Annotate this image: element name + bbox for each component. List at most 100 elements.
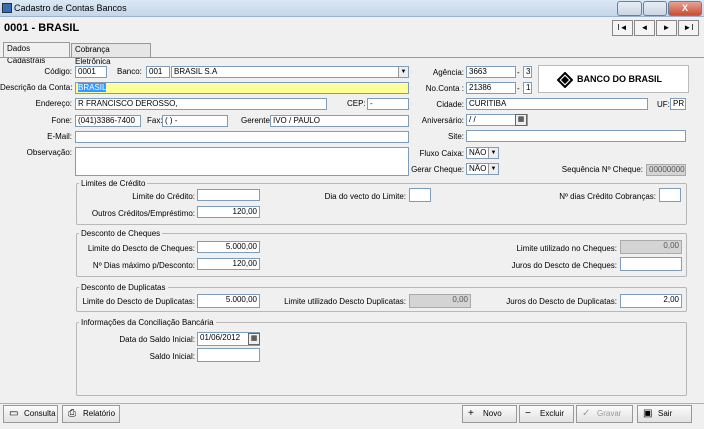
- calendar-icon[interactable]: ▦: [248, 333, 260, 345]
- vecto-label: Dia do vecto do Limite:: [324, 192, 406, 201]
- dias-desconto-label: Nº Dias máximo p/Desconto:: [92, 261, 195, 270]
- conciliacao-title: Informações da Conciliação Bancária: [79, 318, 216, 327]
- cep-field[interactable]: -: [367, 98, 409, 110]
- cep-label: CEP:: [347, 99, 366, 108]
- uf-field[interactable]: PR: [670, 98, 686, 110]
- gerar-label: Gerar Cheque:: [411, 165, 464, 174]
- novo-label: Novo: [483, 409, 502, 418]
- cidade-label: Cidade:: [436, 100, 464, 109]
- limites-group: [76, 183, 687, 225]
- minimize-button[interactable]: [617, 1, 642, 16]
- site-label: Site:: [447, 132, 464, 141]
- site-field[interactable]: [466, 130, 686, 142]
- gravar-button[interactable]: ✓ Gravar: [576, 405, 633, 423]
- title-bar: Cadastro de Contas Bancos X: [0, 0, 704, 17]
- limite-duplicatas-label: Limite do Descto de Duplicatas:: [82, 297, 196, 306]
- gerente-field[interactable]: IVO / PAULO: [270, 115, 409, 127]
- observacao-label: Observação:: [26, 148, 72, 157]
- limite-cheques-field[interactable]: 5.000,00: [197, 241, 260, 253]
- outros-creditos-field[interactable]: 120,00: [197, 206, 260, 218]
- relatorio-button[interactable]: ⎙ Relatório: [62, 405, 120, 423]
- next-record-button[interactable]: ►: [656, 20, 677, 36]
- close-button[interactable]: X: [668, 1, 702, 16]
- fax-label: Fax:: [147, 116, 163, 125]
- descricao-label: Descrição da Conta:: [0, 83, 73, 92]
- uf-label: UF:: [657, 100, 670, 109]
- chevron-down-icon[interactable]: ▼: [488, 164, 498, 174]
- data-saldo-label: Data do Saldo Inicial:: [119, 335, 195, 344]
- codigo-field[interactable]: 0001: [75, 66, 107, 78]
- chevron-down-icon[interactable]: ▼: [488, 148, 498, 158]
- noconta-field[interactable]: 21386: [466, 82, 516, 94]
- banco-label: Banco:: [117, 67, 142, 76]
- aniversario-label: Aniversário:: [421, 116, 464, 125]
- banco-code-field[interactable]: 001: [146, 66, 170, 78]
- noconta-dv-field[interactable]: 1: [523, 82, 532, 94]
- sequencia-label: Sequência Nº Cheque:: [561, 165, 643, 174]
- gerente-label: Gerente:: [241, 116, 273, 125]
- juros-cheques-field[interactable]: [620, 257, 682, 271]
- descricao-field[interactable]: BRASIL: [75, 82, 409, 94]
- limite-duplicatas-field[interactable]: 5.000,00: [197, 294, 260, 308]
- duplicatas-title: Desconto de Duplicatas: [79, 283, 168, 292]
- checkmark-icon: ✓: [582, 408, 591, 419]
- banco-do-brasil-icon: [557, 72, 573, 88]
- cidade-field[interactable]: CURITIBA: [466, 98, 648, 110]
- email-field[interactable]: [75, 131, 409, 143]
- printer-icon: ⎙: [68, 408, 76, 419]
- agencia-field[interactable]: 3663: [466, 66, 516, 78]
- first-record-button[interactable]: I◄: [612, 20, 633, 36]
- prev-record-button[interactable]: ◄: [634, 20, 655, 36]
- observacao-field[interactable]: [75, 147, 409, 176]
- juros-duplicatas-field[interactable]: 2,00: [620, 294, 682, 308]
- consulta-button[interactable]: ▭ Consulta: [3, 405, 58, 423]
- fax-field[interactable]: ( ) -: [162, 115, 228, 127]
- fluxo-label: Fluxo Caixa:: [419, 149, 464, 158]
- descricao-value: BRASIL: [78, 83, 107, 92]
- sair-button[interactable]: ▣ Sair: [637, 405, 692, 423]
- dias-credito-label: Nº dias Crédito Cobranças:: [559, 192, 656, 201]
- agencia-dv-field[interactable]: 3: [523, 66, 532, 78]
- banco-name: BRASIL S.A: [174, 67, 218, 76]
- sair-label: Sair: [658, 409, 673, 418]
- gerar-select[interactable]: NÃO ▼: [466, 163, 499, 175]
- excluir-button[interactable]: − Excluir: [519, 405, 574, 423]
- limite-credito-label: Limite do Crédito:: [132, 192, 195, 201]
- noconta-label: No.Conta :: [425, 84, 464, 93]
- exit-door-icon: ▣: [643, 408, 653, 419]
- endereco-label: Endereço:: [35, 99, 72, 108]
- relatorio-label: Relatório: [83, 409, 116, 418]
- minus-icon: −: [525, 408, 531, 419]
- sequencia-field: 00000000: [646, 164, 686, 176]
- cheques-title: Desconto de Cheques: [79, 229, 163, 238]
- saldo-inicial-field[interactable]: [197, 348, 260, 362]
- dias-desconto-field[interactable]: 120,00: [197, 258, 260, 270]
- tab-cobranca-eletronica[interactable]: Cobrança Eletrônica: [71, 43, 151, 66]
- fone-label: Fone:: [51, 116, 72, 125]
- calendar-icon[interactable]: ▦: [515, 114, 527, 126]
- gravar-label: Gravar: [597, 409, 622, 418]
- search-list-icon: ▭: [9, 408, 19, 419]
- juros-duplicatas-label: Juros do Descto de Duplicatas:: [506, 297, 617, 306]
- window-title: Cadastro de Contas Bancos: [14, 3, 127, 13]
- cheques-group: [76, 233, 687, 277]
- maximize-button[interactable]: [643, 1, 667, 16]
- fluxo-select[interactable]: NÃO ▼: [466, 147, 499, 159]
- last-record-button[interactable]: ►I: [678, 20, 699, 36]
- banco-select[interactable]: BRASIL S.A ▼: [171, 66, 409, 78]
- fone-field[interactable]: (041)3386-7400: [75, 115, 141, 127]
- agencia-dash: -: [517, 68, 520, 77]
- endereco-field[interactable]: R FRANCISCO DEROSSO,: [75, 98, 327, 110]
- limites-title: Limites de Crédito: [79, 179, 148, 188]
- gerar-value: NÃO: [469, 164, 487, 173]
- limite-cheques-label: Limite do Descto de Cheques:: [87, 244, 195, 253]
- app-icon: [2, 3, 12, 13]
- dias-credito-field[interactable]: [659, 188, 681, 202]
- vecto-field[interactable]: [409, 188, 431, 202]
- limite-credito-field[interactable]: [197, 189, 260, 201]
- fluxo-value: NÃO: [469, 148, 487, 157]
- juros-cheques-label: Juros do Descto de Cheques:: [511, 261, 617, 270]
- novo-button[interactable]: + Novo: [462, 405, 517, 423]
- utilizado-cheques-label: Limite utilizado no Cheques:: [516, 244, 617, 253]
- tab-dados-cadastrais[interactable]: Dados Cadastrais: [3, 42, 70, 65]
